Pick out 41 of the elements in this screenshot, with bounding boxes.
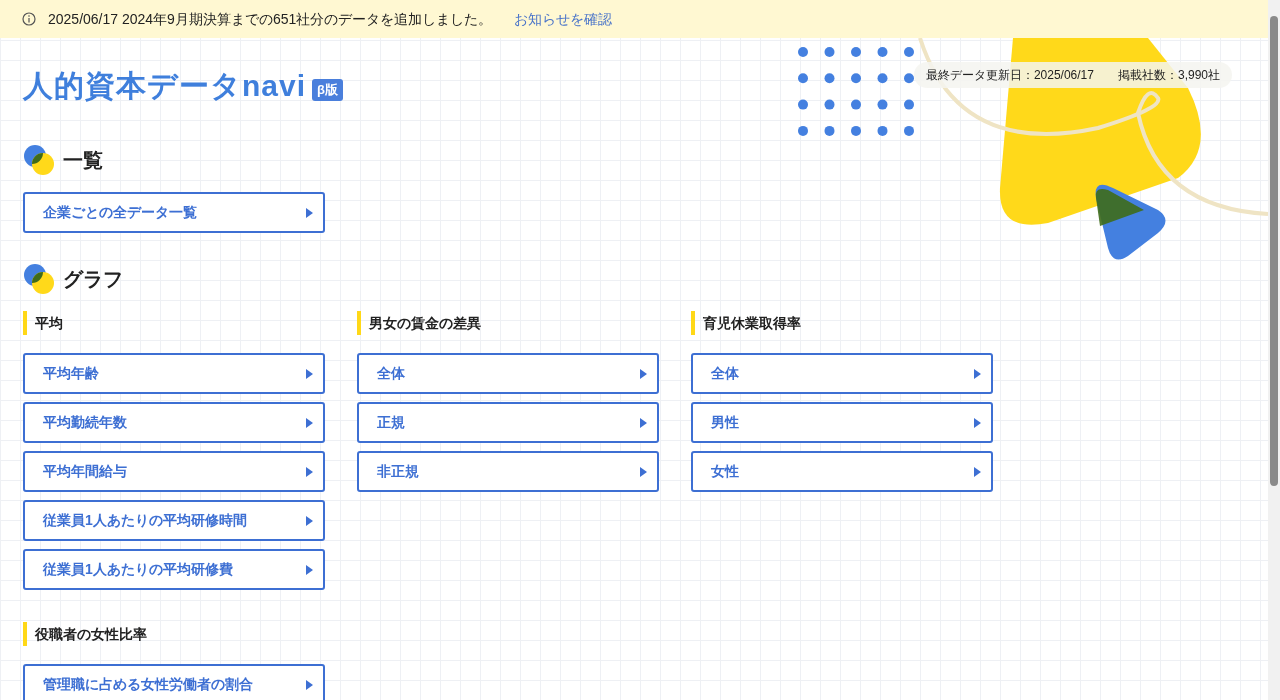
beta-badge: β版 [312,79,343,101]
group-heading: 役職者の女性比率 [23,622,325,646]
notice-link[interactable]: お知らせを確認 [514,8,613,30]
caret-icon [306,368,313,379]
link-button[interactable]: 全体 [691,353,993,394]
section-icon [23,144,55,176]
link-button[interactable]: 従業員1人あたりの平均研修時間 [23,500,325,541]
section-icon [23,263,55,295]
caret-icon [306,564,313,575]
section-heading: グラフ [63,267,123,292]
link-button[interactable]: 女性 [691,451,993,492]
link-button[interactable]: 平均年齢 [23,353,325,394]
link-button[interactable]: 全体 [357,353,659,394]
caret-icon [640,417,647,428]
stats-text: 最終データ更新日：2025/06/17 [925,67,1094,84]
caret-icon [306,207,313,218]
link-button[interactable]: 企業ごとの全データ一覧 [23,192,325,233]
caret-icon [306,515,313,526]
caret-icon [640,368,647,379]
info-icon [22,12,36,26]
caret-icon [974,368,981,379]
group-heading: 男女の賃金の差異 [357,311,659,335]
caret-icon [306,466,313,477]
group-heading: 平均 [23,311,325,335]
link-button[interactable]: 男性 [691,402,993,443]
link-button[interactable]: 従業員1人あたりの平均研修費 [23,549,325,590]
caret-icon [974,466,981,477]
link-button[interactable]: 非正規 [357,451,659,492]
caret-icon [640,466,647,477]
group-heading: 育児休業取得率 [691,311,993,335]
link-button[interactable]: 平均年間給与 [23,451,325,492]
notice-text: 2025/06/17 2024年9月期決算までの651社分のデータを追加しました。 [48,9,493,29]
stats-text: 掲載社数：3,990社 [1117,67,1220,84]
logo-text: 人的資本データnavi [23,68,307,104]
caret-icon [306,417,313,428]
caret-icon [974,417,981,428]
caret-icon [306,679,313,690]
link-button[interactable]: 平均勤続年数 [23,402,325,443]
link-button[interactable]: 正規 [357,402,659,443]
link-button[interactable]: 管理職に占める女性労働者の割合 [23,664,325,700]
section-heading: 一覧 [63,148,103,173]
